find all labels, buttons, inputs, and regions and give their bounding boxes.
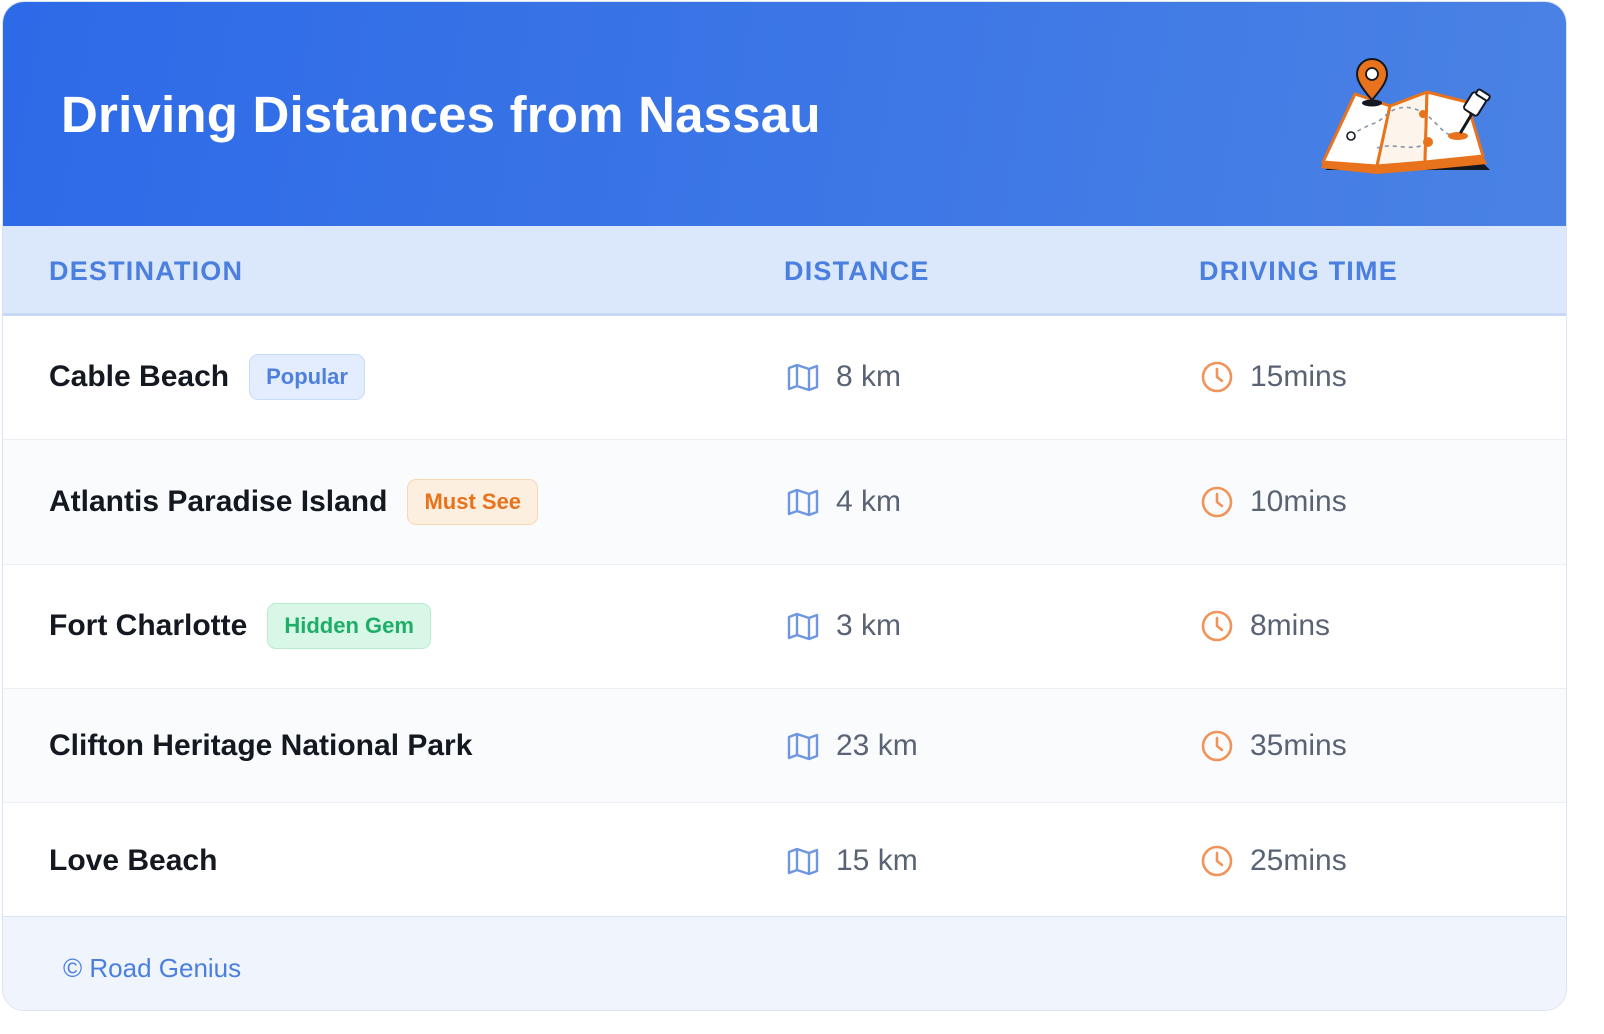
header-banner: Driving Distances from Nassau	[3, 2, 1566, 226]
map-icon	[787, 732, 819, 761]
map-icon	[787, 488, 819, 517]
footer-credit-link[interactable]: © Road Genius	[63, 953, 241, 984]
driving-time-value: 35mins	[1250, 729, 1347, 762]
folded-map-with-pin-icon	[1321, 58, 1491, 174]
driving-time-value: 25mins	[1250, 844, 1347, 877]
clock-icon	[1201, 486, 1233, 518]
driving-time-value: 8mins	[1250, 609, 1331, 642]
must-see-badge: Must See	[407, 479, 539, 525]
distance-value: 8 km	[836, 360, 902, 393]
map-icon	[787, 847, 819, 876]
distance-value: 15 km	[836, 844, 918, 877]
table-row: Love Beach 15 km 25mins	[3, 803, 1566, 916]
table-row: Clifton Heritage National Park 23 km 35m…	[3, 689, 1566, 803]
table-row: Fort Charlotte Hidden Gem 3 km 8mins	[3, 565, 1566, 689]
hidden-gem-badge: Hidden Gem	[267, 603, 431, 649]
clock-icon	[1201, 730, 1233, 762]
page-title: Driving Distances from Nassau	[61, 86, 821, 143]
destination-name: Cable Beach	[49, 360, 230, 393]
destination-name: Clifton Heritage National Park	[49, 729, 473, 762]
distance-value: 23 km	[836, 729, 918, 762]
column-header-destination: DESTINATION	[49, 256, 244, 286]
clock-icon	[1201, 845, 1233, 877]
clock-icon	[1201, 610, 1233, 642]
table-row: Atlantis Paradise Island Must See 4 km 1…	[3, 440, 1566, 565]
driving-time-value: 15mins	[1250, 360, 1347, 393]
destination-name: Atlantis Paradise Island	[49, 485, 388, 518]
column-header-distance: DISTANCE	[784, 256, 930, 286]
column-header-driving-time: DRIVING TIME	[1199, 256, 1398, 286]
popular-badge: Popular	[249, 354, 365, 400]
destination-name: Love Beach	[49, 844, 218, 877]
footer: © Road Genius	[3, 916, 1566, 1010]
clock-icon	[1201, 361, 1233, 393]
map-icon	[787, 363, 819, 392]
distance-value: 4 km	[836, 485, 902, 518]
map-icon	[787, 612, 819, 641]
table-row: Cable Beach Popular 8 km 15mins	[3, 316, 1566, 440]
destination-name: Fort Charlotte	[49, 609, 248, 642]
distance-table-card: Driving Distances from Nassau DESTINATIO…	[2, 1, 1567, 1011]
distance-value: 3 km	[836, 609, 902, 642]
column-header-row: DESTINATION DISTANCE DRIVING TIME	[3, 226, 1566, 316]
driving-time-value: 10mins	[1250, 485, 1347, 518]
